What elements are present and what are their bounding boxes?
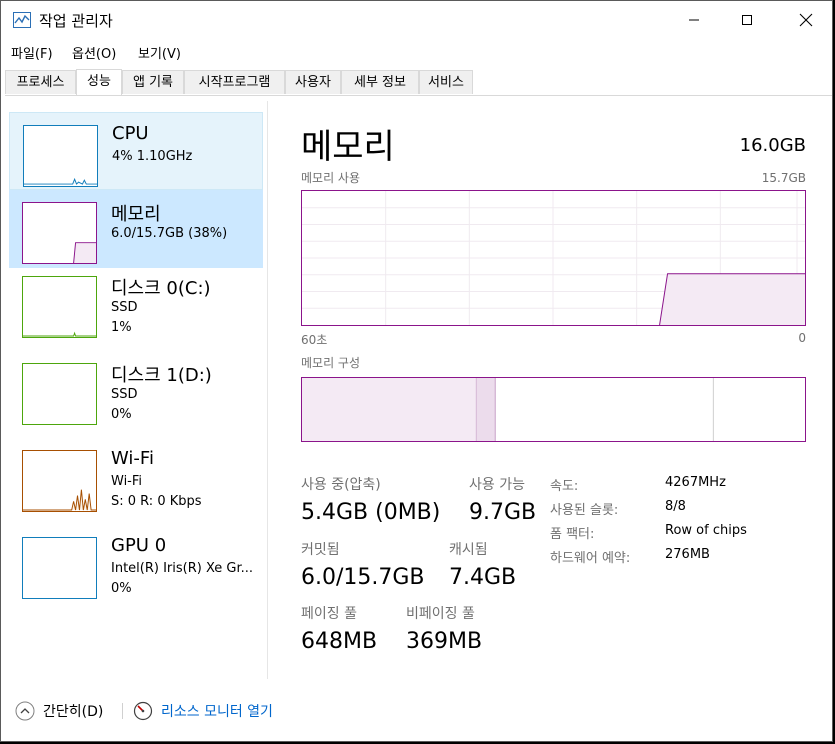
- memory-composition-bar: [301, 377, 806, 442]
- tab-processes[interactable]: 프로세스: [5, 70, 76, 94]
- speed-label: 속도:: [550, 479, 579, 494]
- menu-options[interactable]: 옵션(O): [72, 43, 116, 62]
- hardware-reserved-label: 하드웨어 예약:: [550, 551, 631, 566]
- slots-value: 8/8: [665, 499, 686, 514]
- maximize-button[interactable]: [721, 1, 773, 39]
- form-factor-value: Row of chips: [665, 523, 747, 538]
- task-manager-window: 작업 관리자 파일(F) 옵션(O) 보기(V) 프로세스 성능 앱 기록 시작…: [0, 0, 833, 742]
- sidebar-item-disk-0[interactable]: 디스크 0(C:) SSD 1%: [9, 264, 263, 342]
- speed-value: 4267MHz: [665, 475, 726, 490]
- collapse-button[interactable]: 간단히(D): [15, 701, 103, 721]
- cpu-thumbnail-graph: [23, 125, 98, 187]
- cached-value: 7.4GB: [449, 565, 517, 590]
- wifi-thumbnail-graph: [22, 450, 97, 512]
- sidebar-sub: Intel(R) Iris(R) Xe Gr...: [111, 561, 254, 576]
- title-bar[interactable]: 작업 관리자: [1, 1, 832, 39]
- disk-1-thumbnail-graph: [22, 363, 97, 425]
- sidebar-item-disk-1[interactable]: 디스크 1(D:) SSD 0%: [9, 351, 263, 429]
- paged-pool-value: 648MB: [301, 629, 378, 654]
- pane-divider[interactable]: [267, 101, 268, 679]
- close-button[interactable]: [780, 1, 832, 39]
- sidebar-title: Wi-Fi: [111, 448, 154, 469]
- sidebar-sub: 0%: [111, 407, 132, 422]
- minimize-button[interactable]: [668, 1, 720, 39]
- menu-bar: 파일(F) 옵션(O) 보기(V): [1, 41, 832, 63]
- graph-axis-left: 60초: [301, 333, 328, 347]
- menu-file[interactable]: 파일(F): [11, 43, 53, 62]
- hardware-reserved-value: 276MB: [665, 547, 710, 562]
- page-title: 메모리: [301, 127, 395, 167]
- footer-bar: 간단히(D) 리소스 모니터 열기: [1, 691, 832, 731]
- sidebar-item-wifi[interactable]: Wi-Fi Wi-Fi S: 0 R: 0 Kbps: [9, 438, 263, 516]
- memory-thumbnail-graph: [22, 202, 97, 264]
- sidebar-sub: SSD: [111, 387, 138, 402]
- collapse-label: 간단히(D): [43, 704, 104, 720]
- sidebar-sub: 0%: [111, 581, 132, 596]
- task-manager-app-icon: [13, 12, 31, 28]
- disk-0-thumbnail-graph: [22, 276, 97, 338]
- sidebar-title: 디스크 1(D:): [111, 365, 212, 386]
- sidebar-item-gpu-0[interactable]: GPU 0 Intel(R) Iris(R) Xe Gr... 0%: [9, 525, 263, 603]
- resource-monitor-icon: [133, 701, 153, 721]
- sidebar-sub: S: 0 R: 0 Kbps: [111, 494, 202, 509]
- memory-usage-graph: [301, 190, 806, 326]
- usage-graph-max: 15.7GB: [761, 171, 806, 185]
- usage-graph-label: 메모리 사용: [301, 171, 361, 185]
- sidebar-sub: SSD: [111, 300, 138, 315]
- sidebar-title: 디스크 0(C:): [111, 278, 211, 299]
- resource-monitor-label: 리소스 모니터 열기: [161, 704, 273, 720]
- close-icon: [799, 13, 813, 27]
- available-label: 사용 가능: [469, 477, 525, 493]
- committed-label: 커밋됨: [301, 542, 340, 558]
- tab-performance[interactable]: 성능: [76, 69, 122, 95]
- sidebar-sub: 4% 1.10GHz: [112, 149, 193, 164]
- in-use-value: 5.4GB (0MB): [301, 500, 441, 525]
- form-factor-label: 폼 팩터:: [550, 527, 595, 542]
- footer-separator: [122, 703, 123, 719]
- sidebar-item-memory[interactable]: 메모리 6.0/15.7GB (38%): [9, 190, 263, 268]
- gpu-thumbnail-graph: [22, 537, 97, 599]
- paged-pool-label: 페이징 풀: [301, 606, 357, 622]
- available-value: 9.7GB: [469, 500, 537, 525]
- tab-separator: [5, 95, 832, 96]
- chevron-up-icon: [15, 701, 35, 721]
- tab-details[interactable]: 세부 정보: [341, 70, 419, 94]
- total-memory: 16.0GB: [739, 135, 806, 156]
- maximize-icon: [742, 15, 752, 25]
- sidebar-title: GPU 0: [111, 535, 167, 556]
- tab-startup[interactable]: 시작프로그램: [184, 70, 285, 94]
- in-use-label: 사용 중(압축): [301, 477, 381, 493]
- composition-label: 메모리 구성: [301, 356, 361, 370]
- slots-label: 사용된 슬롯:: [550, 503, 619, 518]
- minimize-icon: [689, 19, 699, 21]
- tab-services[interactable]: 서비스: [419, 70, 473, 94]
- resource-sidebar: CPU 4% 1.10GHz 메모리 6.0/15.7GB (38%) 디스크 …: [5, 109, 267, 679]
- sidebar-sub: 1%: [111, 320, 132, 335]
- sidebar-title: 메모리: [111, 204, 161, 225]
- cached-label: 캐시됨: [449, 542, 488, 558]
- nonpaged-pool-value: 369MB: [406, 629, 483, 654]
- nonpaged-pool-label: 비페이징 풀: [406, 606, 475, 622]
- sidebar-sub: Wi-Fi: [111, 474, 143, 489]
- tab-bar: 프로세스 성능 앱 기록 시작프로그램 사용자 세부 정보 서비스: [5, 69, 832, 95]
- sidebar-item-cpu[interactable]: CPU 4% 1.10GHz: [9, 112, 263, 190]
- committed-value: 6.0/15.7GB: [301, 565, 425, 590]
- sidebar-title: CPU: [112, 123, 149, 144]
- menu-view[interactable]: 보기(V): [138, 43, 181, 62]
- open-resource-monitor-link[interactable]: 리소스 모니터 열기: [133, 701, 273, 721]
- graph-axis-right: 0: [798, 331, 806, 345]
- tab-app-history[interactable]: 앱 기록: [122, 70, 184, 94]
- window-title: 작업 관리자: [39, 12, 113, 30]
- tab-users[interactable]: 사용자: [285, 70, 341, 94]
- sidebar-sub: 6.0/15.7GB (38%): [111, 226, 228, 241]
